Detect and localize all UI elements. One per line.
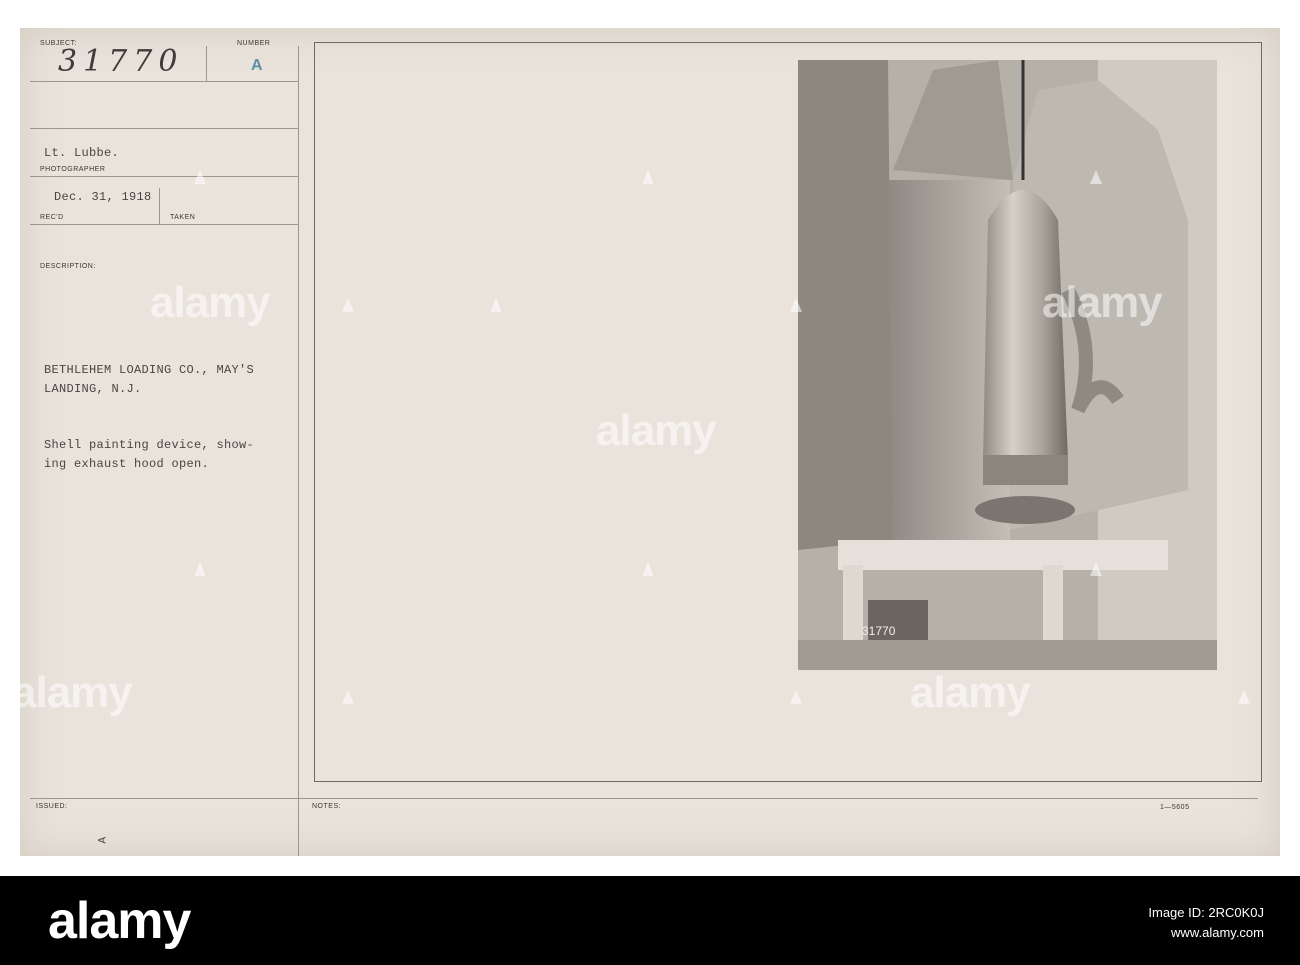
- footer-logo[interactable]: alamy: [48, 891, 191, 951]
- watermark-mark: [194, 170, 1250, 704]
- site-url[interactable]: www.alamy.com: [1148, 923, 1264, 943]
- footer-bar: [0, 876, 1300, 965]
- image-id-label: Image ID: 2RC0K0J: [1148, 905, 1264, 920]
- image-id: Image ID: 2RC0K0J www.alamy.com: [1148, 903, 1264, 943]
